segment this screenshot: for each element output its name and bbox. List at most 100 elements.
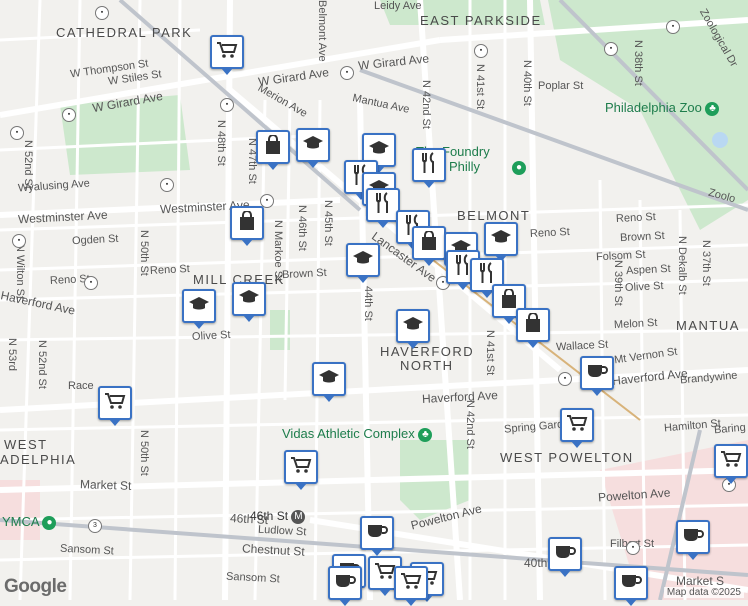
shopping-bag-marker[interactable] (256, 130, 290, 170)
coffee-marker[interactable] (548, 537, 582, 577)
road-label: N 50th St (138, 230, 150, 276)
coffee-marker[interactable] (676, 520, 710, 560)
shopping-bag-marker[interactable] (230, 206, 264, 246)
grocery-marker[interactable] (394, 566, 428, 606)
road-label: N 38th St (632, 40, 644, 86)
transit-shield-icon: ▪ (340, 66, 354, 80)
road-label: N Wilton St (14, 244, 26, 300)
road-label: Leidy Ave (374, 0, 422, 12)
school-icon (490, 229, 512, 250)
road-label: Belmont Ave (316, 0, 328, 62)
grocery-icon (104, 392, 126, 415)
road-label: N 41st St (474, 64, 486, 110)
coffee-marker[interactable] (360, 516, 394, 556)
road-label: Race (68, 380, 94, 392)
poi-zoo-label: Philadelphia Zoo (605, 100, 702, 115)
school-icon (238, 289, 260, 310)
coffee-icon (334, 572, 356, 595)
map-data-attribution[interactable]: Map data ©2025 (663, 587, 744, 598)
road-label: N Markoe St (272, 220, 284, 282)
station-label: 46th St (250, 509, 289, 523)
poi-pin-icon: ● (512, 160, 526, 175)
grocery-marker[interactable] (98, 386, 132, 426)
road-label: Market S (676, 574, 725, 588)
grocery-marker[interactable] (714, 444, 748, 484)
park-icon: ♣ (418, 427, 433, 442)
transit-shield-icon: ▪ (558, 372, 572, 386)
transit-shield-icon: ▪ (62, 108, 76, 122)
road-label: Reno St (149, 262, 191, 278)
transit-shield-icon: ▪ (604, 42, 618, 56)
school-marker[interactable] (296, 128, 330, 168)
poi-philadelphia-zoo[interactable]: Philadelphia Zoo ♣ (605, 100, 723, 116)
coffee-icon (682, 526, 704, 549)
grocery-icon (566, 414, 588, 437)
road-label: Reno St (615, 210, 657, 226)
road-label: Brown St (281, 266, 327, 282)
area-north: NORTH (400, 358, 454, 373)
road-label: N Dekalb St (676, 236, 688, 295)
school-marker[interactable] (232, 282, 266, 322)
shopping-bag-icon (238, 209, 256, 236)
school-icon (402, 316, 424, 337)
road-label: N 39th St (612, 260, 624, 306)
coffee-marker[interactable] (328, 566, 362, 606)
coffee-icon (620, 572, 642, 595)
transit-shield-icon: ▪ (12, 234, 26, 248)
road-label: N 41st St (484, 330, 496, 376)
shopping-bag-icon (524, 311, 542, 338)
road-label: N 42nd St (464, 400, 476, 449)
grocery-icon (290, 456, 312, 479)
transit-shield-icon: ▪ (95, 6, 109, 20)
area-adelphia: ADELPHIA (0, 452, 77, 467)
school-icon (318, 369, 340, 390)
restaurant-marker[interactable] (366, 188, 400, 228)
school-marker[interactable] (396, 309, 430, 349)
poi-ymca-label: YMCA (2, 514, 39, 529)
map-canvas[interactable] (0, 0, 748, 600)
school-marker[interactable] (346, 243, 380, 283)
grocery-icon (400, 572, 422, 595)
poi-vidas[interactable]: Vidas Athletic Complex ♣ (282, 426, 436, 442)
grocery-marker[interactable] (560, 408, 594, 448)
school-marker[interactable] (484, 222, 518, 262)
road-label: 40th (524, 556, 548, 570)
transit-shield-icon: ▪ (666, 20, 680, 34)
shopping-bag-marker[interactable] (516, 308, 550, 348)
shopping-bag-marker[interactable] (412, 226, 446, 266)
transit-shield-icon: ▪ (220, 98, 234, 112)
area-belmont: BELMONT (457, 208, 531, 223)
road-label: Aspen St (625, 262, 671, 278)
grocery-icon (216, 41, 238, 64)
grocery-icon (720, 450, 742, 473)
area-haverford: HAVERFORD (380, 344, 475, 359)
road-label: Ogden St (71, 232, 119, 248)
grocery-marker[interactable] (210, 35, 244, 75)
road-label: N 42nd St (420, 80, 432, 129)
poi-46th-station[interactable]: 46th St M (250, 509, 309, 524)
coffee-marker[interactable] (580, 356, 614, 396)
school-marker[interactable] (312, 362, 346, 402)
road-label: N 53rd (6, 338, 18, 372)
area-cathedral-park: CATHEDRAL PARK (56, 25, 193, 40)
grocery-marker[interactable] (284, 450, 318, 490)
restaurant-marker[interactable] (412, 148, 446, 188)
school-marker[interactable] (182, 289, 216, 329)
road-label: N 52nd St (22, 140, 34, 189)
coffee-icon (366, 522, 388, 545)
coffee-marker[interactable] (614, 566, 648, 606)
poi-vidas-label: Vidas Athletic Complex (282, 426, 415, 441)
route-3-shield: 3 (88, 519, 102, 533)
school-icon (352, 250, 374, 271)
road-label: Poplar St (538, 80, 584, 92)
road-label: N 46th St (296, 205, 308, 251)
road-label: N 37th St (700, 240, 712, 286)
poi-ymca[interactable]: YMCA ● (2, 514, 60, 530)
road-label: N 40th St (521, 60, 533, 106)
road-label: Olive St (191, 329, 231, 343)
restaurant-icon (420, 151, 438, 179)
zoo-icon: ♣ (705, 101, 720, 116)
transit-shield-icon: ▪ (84, 276, 98, 290)
shopping-bag-icon (420, 229, 438, 256)
area-west-powelton: WEST POWELTON (500, 450, 634, 465)
